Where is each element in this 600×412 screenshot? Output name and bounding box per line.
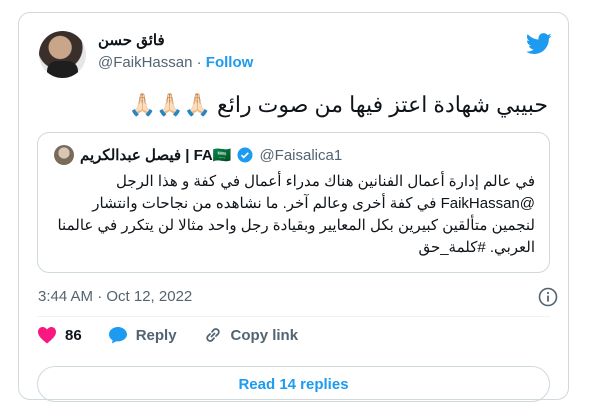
- link-icon: [205, 328, 220, 342]
- divider: [37, 316, 550, 317]
- action-bar: 86 Reply Copy link: [37, 325, 324, 345]
- twitter-bird-icon[interactable]: [526, 33, 552, 55]
- quoted-tweet[interactable]: FA🇸🇦 | فيصل عبدالكريم @Faisalica1 في عال…: [37, 132, 550, 273]
- tweet-text: حبيبي شهادة اعتز فيها من صوت رائع 🙏🏻🙏🏻🙏🏻: [128, 92, 548, 117]
- read-replies-button[interactable]: Read 14 replies: [37, 366, 550, 402]
- quoted-author-name: FA🇸🇦 | فيصل عبدالكريم: [80, 147, 232, 164]
- separator-dot: ·: [196, 54, 202, 71]
- follow-button[interactable]: Follow: [206, 54, 254, 71]
- tweet-timestamp[interactable]: 3:44 AM · Oct 12, 2022: [38, 288, 192, 305]
- author-name[interactable]: فائق حسن: [98, 31, 165, 49]
- tweet-card: فائق حسن @FaikHassan · Follow حبيبي شهاد…: [18, 12, 569, 402]
- like-button[interactable]: 86: [37, 326, 82, 344]
- copy-link-button[interactable]: Copy link: [203, 325, 299, 345]
- heart-icon: [38, 327, 56, 344]
- reply-button[interactable]: Reply: [108, 326, 177, 344]
- author-handle[interactable]: @FaikHassan: [98, 54, 192, 71]
- like-count: 86: [65, 326, 82, 344]
- author-avatar[interactable]: [39, 31, 86, 78]
- copy-link-label: Copy link: [230, 326, 299, 344]
- reply-label: Reply: [135, 326, 177, 344]
- speech-bubble-icon: [108, 327, 127, 344]
- info-icon[interactable]: [538, 287, 558, 307]
- quoted-author-handle: @Faisalica1: [259, 146, 343, 164]
- author-handle-row: @FaikHassan · Follow: [98, 54, 253, 71]
- quoted-tweet-text: في عالم إدارة أعمال الفنانين هناك مدراء …: [57, 173, 535, 256]
- quoted-author-avatar: [54, 145, 74, 165]
- verified-badge-icon: [237, 147, 253, 163]
- quoted-tweet-header: FA🇸🇦 | فيصل عبدالكريم @Faisalica1: [54, 145, 342, 165]
